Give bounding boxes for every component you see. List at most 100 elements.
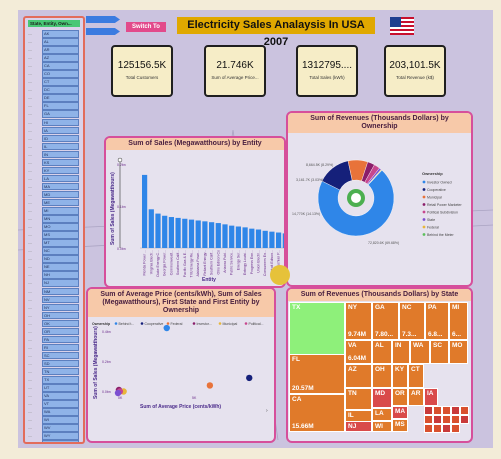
slicer-item[interactable]: — NV [28,295,83,304]
slicer-item[interactable]: — MI [28,206,83,215]
slicer-item[interactable]: — CO [28,69,83,78]
slicer-item[interactable]: — KS [28,158,83,167]
treemap-cell-small[interactable] [442,424,451,433]
expand-dash-icon[interactable]: — [28,112,32,116]
expand-dash-icon[interactable]: — [28,305,32,310]
treemap-cell[interactable]: CA 15.66M [289,394,345,432]
revenue-by-ownership-chart[interactable]: Sum of Revenues (Thousands Dollars) by O… [286,111,473,287]
treemap-cell-small[interactable] [460,406,469,415]
treemap-cell-small[interactable] [424,406,433,415]
expand-dash-icon[interactable]: — [28,225,32,229]
expand-dash-icon[interactable]: — [28,152,32,157]
legend-item[interactable]: Federal [427,225,439,229]
treemap-cell-small[interactable] [433,406,442,415]
expand-dash-icon[interactable]: — [28,265,32,269]
slicer-item[interactable]: — HI [28,118,83,127]
slicer-item[interactable]: — SD [28,359,83,368]
scatter-point[interactable] [246,374,253,382]
slicer-item[interactable]: — DE [28,93,83,102]
treemap-cell-small[interactable] [451,406,460,415]
slicer-item[interactable]: — IA [28,126,83,135]
slicer-item[interactable]: — NM [28,287,83,295]
slicer-item[interactable]: — NJ [28,278,83,287]
expand-dash-icon[interactable]: — [28,72,32,76]
slicer-item[interactable]: — MN [28,214,83,223]
bar[interactable] [148,209,154,248]
treemap-cell[interactable]: LA [372,408,392,421]
expand-dash-icon[interactable]: — [28,394,32,398]
treemap-cell[interactable]: IA [424,388,438,406]
expand-dash-icon[interactable]: — [28,426,32,430]
legend-item[interactable]: Investor Owned [427,180,452,184]
slicer-item[interactable]: — WI [28,415,83,424]
treemap-cell[interactable]: AL [372,340,392,364]
bar[interactable] [195,220,201,248]
treemap-cell[interactable]: SC [430,340,449,364]
treemap-cell[interactable]: VA 6.04M [345,340,372,364]
treemap-cell[interactable]: NJ [345,421,372,432]
bar[interactable] [222,224,228,248]
expand-dash-icon[interactable]: — [28,442,32,443]
state-entity-slicer[interactable]: State, Entity, Own... — AK — AL — AR — AZ — CA — CO… [23,16,85,444]
slicer-item[interactable]: — OR [28,327,83,336]
expand-dash-icon[interactable]: — [28,281,32,285]
treemap-cell[interactable]: IN [392,340,410,364]
bar[interactable] [269,231,275,248]
expand-dash-icon[interactable]: — [28,289,32,294]
bar[interactable] [276,232,282,248]
treemap-cell-small[interactable] [442,406,451,415]
legend-item[interactable]: Retail Power Marketer [427,203,462,207]
slicer-item[interactable]: — WY [28,431,83,440]
slicer-item[interactable]: — MD [28,190,83,199]
legend-item[interactable]: Behind the Meter [427,233,454,237]
treemap-cell[interactable]: KY [392,364,408,388]
treemap-cell[interactable]: FL 20.57M [289,354,345,394]
slicer-item[interactable]: — UT [28,383,83,392]
slicer-item[interactable]: — MA [28,182,83,191]
bar[interactable] [202,221,208,248]
sales-by-entity-chart[interactable]: Sum of Sales (Megawatthours) by Entity 0… [104,136,286,288]
slicer-item[interactable]: — DC [28,85,83,94]
bar[interactable] [168,217,174,248]
slicer-item[interactable]: — IN [28,150,83,159]
slicer-item[interactable]: — WA [28,407,83,416]
expand-dash-icon[interactable]: — [28,337,32,342]
expand-dash-icon[interactable]: — [28,176,32,181]
expand-dash-icon[interactable]: — [28,168,32,173]
bar[interactable] [175,217,181,248]
expand-dash-icon[interactable]: — [28,353,32,358]
treemap-cell[interactable]: WA [410,340,430,364]
slicer-item[interactable]: — KY [28,166,83,175]
slicer-item[interactable]: — AK [28,439,83,443]
expand-dash-icon[interactable]: — [28,48,32,52]
legend-item[interactable]: Investor... [197,322,212,326]
treemap-cell-small[interactable] [433,415,442,424]
expand-dash-icon[interactable]: — [28,120,32,125]
scatter-point[interactable] [163,324,170,332]
bar[interactable] [282,233,284,248]
legend-item[interactable]: Cooperative [427,188,446,192]
scatter-point[interactable] [206,382,214,389]
legend-item[interactable]: Behind t... [119,322,135,326]
slicer-item[interactable]: — AR [28,45,83,54]
expand-dash-icon[interactable]: — [28,329,32,334]
slicer-item[interactable]: — SC [28,351,83,360]
slicer-item[interactable]: — ME [28,198,83,207]
treemap-cell[interactable]: PA 6.8... [425,302,449,340]
expand-dash-icon[interactable]: — [28,160,32,165]
expand-dash-icon[interactable]: — [28,273,32,277]
slicer-item[interactable]: — VA [28,391,83,400]
bar[interactable] [255,229,262,248]
treemap-cell-small[interactable] [424,415,433,424]
hexagon-button[interactable] [270,265,290,285]
bar[interactable] [262,230,268,248]
expand-dash-icon[interactable]: — [28,418,32,422]
expand-dash-icon[interactable]: — [28,297,32,302]
legend-item[interactable]: Municipal [223,322,238,326]
treemap-cell[interactable]: NC 7.3... [399,302,425,340]
treemap-cell-small[interactable] [433,424,442,433]
expand-dash-icon[interactable]: — [28,104,32,108]
expand-dash-icon[interactable]: — [28,434,32,438]
slicer-item[interactable]: — NE [28,262,83,271]
expand-dash-icon[interactable]: — [28,88,32,92]
